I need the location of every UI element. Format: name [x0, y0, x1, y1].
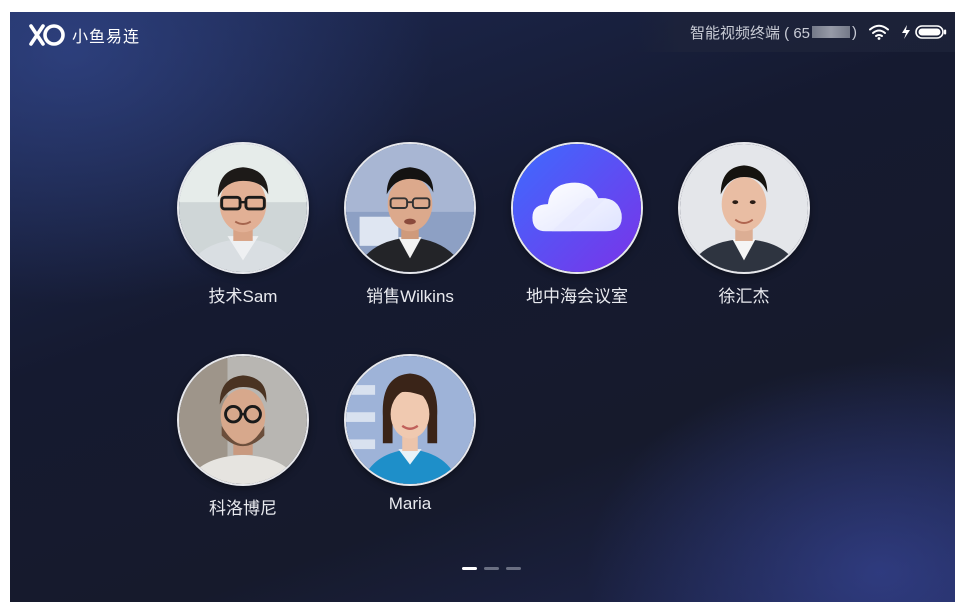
- contact-tile-5[interactable]: 科洛博尼: [163, 354, 323, 519]
- contact-name: 地中海会议室: [526, 287, 628, 306]
- avatar[interactable]: [344, 142, 476, 274]
- status-bar: 智能视频终端 ( 65 ): [635, 12, 955, 52]
- page-dot-1: [462, 567, 477, 570]
- battery-icon: [915, 25, 947, 39]
- bolt-icon: [901, 25, 911, 39]
- avatar[interactable]: [511, 142, 643, 274]
- page-dot-2: [484, 567, 499, 570]
- contact-tile-4[interactable]: 徐汇杰: [664, 142, 824, 307]
- contact-tile-2[interactable]: 销售Wilkins: [330, 142, 490, 307]
- contact-tile-3[interactable]: 地中海会议室: [497, 142, 657, 307]
- avatar[interactable]: [177, 142, 309, 274]
- avatar[interactable]: [344, 354, 476, 486]
- contact-name: Maria: [388, 494, 432, 513]
- xylink-logo-icon: [29, 24, 65, 46]
- wifi-icon: [869, 24, 889, 40]
- contact-tile-6[interactable]: Maria: [330, 354, 490, 514]
- contact-name: 技术Sam: [208, 287, 278, 306]
- device-label-prefix: 智能视频终端 ( 65: [689, 24, 810, 42]
- device-label: 智能视频终端 ( 65 ): [690, 22, 857, 43]
- contact-tile-1[interactable]: 技术Sam: [163, 142, 323, 307]
- contact-name: 销售Wilkins: [366, 287, 454, 306]
- device-id-mask: [812, 26, 850, 38]
- home-screen: 小鱼易连 智能视频终端 ( 65 ) 技术Sam 销售Wilkins 地中海会议…: [10, 12, 955, 602]
- brand-name: 小鱼易连: [72, 29, 141, 46]
- avatar[interactable]: [177, 354, 309, 486]
- app-logo: 小鱼易连: [28, 23, 140, 47]
- page-indicator: [462, 567, 521, 570]
- device-label-suffix: ): [852, 23, 857, 41]
- contact-name: 科洛博尼: [209, 499, 277, 518]
- contact-name: 徐汇杰: [718, 287, 770, 306]
- avatar[interactable]: [678, 142, 810, 274]
- page-dot-3: [506, 567, 521, 570]
- top-bar: 小鱼易连 智能视频终端 ( 65 ): [10, 12, 955, 56]
